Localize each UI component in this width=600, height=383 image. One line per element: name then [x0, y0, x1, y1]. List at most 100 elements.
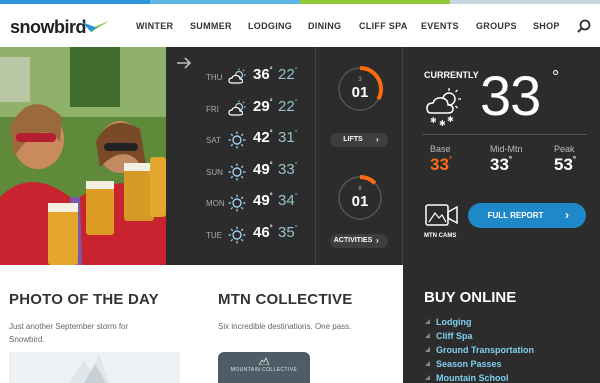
sunny-icon	[228, 131, 246, 149]
activities-total: 8	[358, 186, 362, 192]
forecast-day: SUN	[206, 167, 223, 177]
buy-online-link[interactable]: Season Passes	[425, 359, 534, 373]
forecast-high: 49°	[253, 160, 273, 178]
currently-label: CURRENTLY	[424, 70, 479, 80]
site-header: snowbird WINTER SUMMER LODGING DINING CL…	[0, 4, 600, 47]
mtn-collective-card[interactable]: MOUNTAIN COLLECTIVE	[218, 352, 310, 383]
svg-text:✱: ✱	[439, 119, 446, 127]
forecast-panel: THU 36° 22° FRI 29° 22° SAT 42° 31° SUN 49° 33° MON 4…	[166, 47, 316, 265]
forecast-row: SAT 42° 31°	[166, 129, 316, 151]
forecast-row: TUE 46° 35°	[166, 224, 316, 246]
forecast-day: THU	[206, 73, 223, 82]
forecast-high: 36°	[253, 66, 273, 83]
forecast-high: 49°	[253, 192, 273, 209]
buy-online-list: Lodging Cliff Spa Ground Transportation Sea…	[425, 317, 534, 383]
forecast-low: 33°	[278, 160, 298, 178]
buy-online-panel: BUY ONLINE Lodging Cliff Spa Ground Transp…	[403, 265, 600, 383]
stat-value: 53°	[554, 155, 577, 174]
svg-text:✱: ✱	[430, 116, 437, 125]
forecast-low: 35°	[278, 223, 298, 241]
section-text: Six incredible destinations. One pass.	[218, 322, 352, 331]
snow-sun-icon: ✱ ✱ ✱	[426, 88, 461, 127]
section-title[interactable]: MTN COLLECTIVE	[218, 291, 388, 308]
lifts-button[interactable]: LIFTS ›	[330, 133, 388, 147]
triangle-bullet-icon	[425, 375, 430, 380]
stat-mid-mtn: Mid-Mtn 33°	[490, 144, 523, 175]
mtn-cams-label[interactable]: MTN CAMS	[424, 233, 456, 239]
buy-online-link[interactable]: Lodging	[425, 317, 534, 331]
forecast-row: MON 49° 34°	[166, 192, 316, 214]
mtn-collective: MTN COLLECTIVE Six incredible destinatio…	[218, 291, 388, 333]
stat-peak: Peak 53°	[554, 144, 576, 175]
activities-button[interactable]: ACTIVITIES ›	[330, 234, 388, 248]
stat-base: Base 33°	[430, 144, 452, 175]
forecast-day: TUE	[206, 230, 222, 240]
stat-label: Peak	[554, 144, 575, 154]
photo-of-the-day: PHOTO OF THE DAY Just another September …	[9, 291, 159, 346]
chevron-right-icon: ›	[376, 236, 379, 245]
forecast-day: MON	[206, 199, 225, 208]
snowy-tree-illustration	[9, 352, 180, 383]
current-conditions: CURRENTLY ✱ ✱ ✱ 33 ° Base 33° Mid-Mtn 33…	[403, 47, 600, 265]
forecast-low: 34°	[278, 192, 298, 209]
forecast-row: SUN 49° 33°	[166, 161, 316, 183]
nav-cliff-spa[interactable]: CLIFF SPA	[359, 21, 408, 31]
buy-online-link[interactable]: Cliff Spa	[425, 331, 534, 345]
partly-sunny-icon	[228, 100, 246, 118]
photo-of-the-day-image[interactable]	[9, 352, 180, 383]
forecast-day: FRI	[206, 104, 219, 114]
triangle-bullet-icon	[425, 333, 430, 338]
open-status-panel: 3 01 LIFTS › 8 01 ACTIVITIES ›	[317, 47, 403, 265]
buy-online-link[interactable]: Mountain School	[425, 373, 534, 383]
hero-photo[interactable]	[0, 47, 166, 265]
card-text: MOUNTAIN COLLECTIVE	[230, 367, 298, 373]
lifts-total: 3	[358, 77, 362, 83]
nav-summer[interactable]: SUMMER	[190, 21, 232, 31]
nav-events[interactable]: EVENTS	[421, 21, 459, 31]
partly-sunny-icon	[228, 68, 246, 86]
forecast-low: 22°	[278, 66, 298, 83]
stat-value: 33°	[430, 155, 453, 174]
sunny-icon	[228, 226, 246, 244]
hero-photo-illustration	[0, 47, 166, 265]
forecast-day: SAT	[206, 136, 221, 145]
nav-lodging[interactable]: LODGING	[248, 21, 292, 31]
buy-online-link[interactable]: Ground Transportation	[425, 345, 534, 359]
forecast-high: 29°	[253, 97, 273, 115]
sunny-icon	[228, 163, 246, 181]
nav-shop[interactable]: SHOP	[533, 21, 560, 31]
current-temperature: 33	[480, 64, 541, 127]
search-icon[interactable]	[577, 19, 591, 33]
full-report-button[interactable]: FULL REPORT ›	[468, 203, 586, 228]
nav-dining[interactable]: DINING	[308, 21, 341, 31]
forecast-row: FRI 29° 22°	[166, 98, 316, 120]
lifts-open-count: 01	[351, 84, 369, 101]
triangle-bullet-icon	[425, 319, 430, 324]
lifts-button-label: LIFTS	[343, 136, 363, 143]
sunny-icon	[228, 194, 246, 212]
forecast-low: 31°	[278, 129, 298, 146]
mountain-icon	[259, 357, 269, 365]
stat-value: 33°	[490, 155, 513, 174]
section-title[interactable]: PHOTO OF THE DAY	[9, 291, 159, 308]
stat-label: Mid-Mtn	[490, 144, 523, 154]
nav-winter[interactable]: WINTER	[136, 21, 173, 31]
forecast-high: 46°	[253, 223, 273, 241]
current-degree-symbol: °	[552, 67, 560, 87]
svg-text:✱: ✱	[447, 115, 454, 124]
forecast-row: THU 36° 22°	[166, 66, 316, 88]
main-nav: WINTER SUMMER LODGING DINING CLIFF SPA E…	[0, 21, 600, 35]
stat-label: Base	[430, 144, 451, 154]
chevron-right-icon: ›	[376, 135, 379, 144]
lifts-gauge: 3 01	[335, 64, 385, 114]
forecast-low: 22°	[278, 97, 298, 115]
nav-groups[interactable]: GROUPS	[476, 21, 517, 31]
forecast-high: 42°	[253, 129, 273, 146]
section-text: Just another September storm for Snowbir…	[9, 322, 129, 344]
activities-open-count: 01	[351, 193, 369, 210]
activities-gauge: 8 01	[335, 173, 385, 223]
activities-button-label: ACTIVITIES	[333, 237, 373, 244]
full-report-label: FULL REPORT	[487, 211, 544, 220]
divider	[422, 134, 587, 135]
video-camera-icon[interactable]	[425, 202, 459, 228]
